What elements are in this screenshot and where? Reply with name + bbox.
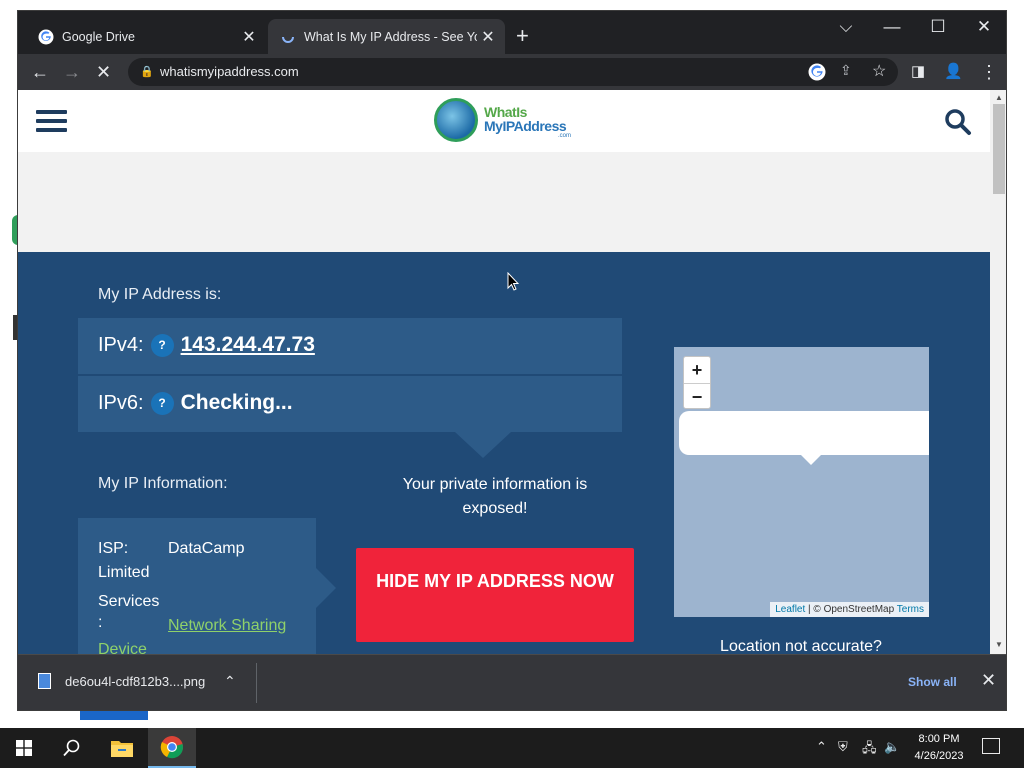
services-label: Services xyxy=(98,593,160,610)
minimize-icon[interactable]: — xyxy=(870,17,914,37)
isp-label: ISP: xyxy=(98,540,129,557)
scroll-up-icon[interactable]: ▲ xyxy=(995,93,1003,102)
browser-window: Google Drive ✕ What Is My IP Address - S… xyxy=(17,10,1007,711)
search-icon[interactable] xyxy=(48,728,96,768)
network-icon[interactable]: 🖧 xyxy=(862,739,877,761)
map-attribution: Leaflet | © OpenStreetMap Terms xyxy=(770,602,929,617)
site-header: WhatIs MyIPAddress .com xyxy=(18,90,990,152)
zoom-out-button[interactable]: − xyxy=(684,383,710,409)
isp-value: DataCamp xyxy=(168,540,245,557)
stop-loading-icon[interactable]: ✕ xyxy=(96,61,111,83)
google-icon xyxy=(38,29,54,44)
volume-icon[interactable]: 🔈 xyxy=(884,739,900,755)
mouse-cursor-icon xyxy=(507,271,520,292)
logo-text: .com xyxy=(558,133,572,139)
ipv4-label: IPv4: xyxy=(98,333,144,356)
search-icon[interactable] xyxy=(944,108,972,136)
download-bar: de6ou4l-cdf812b3....png ⌃ Show all ✕ xyxy=(18,654,1006,710)
browser-toolbar: ← → ✕ 🔒 whatismyipaddress.com ⇪ ☆ ◨ 👤 ⋮ xyxy=(18,54,1006,90)
download-filename[interactable]: de6ou4l-cdf812b3....png xyxy=(65,674,205,689)
scrollbar-thumb[interactable] xyxy=(993,104,1005,194)
panel-arrow xyxy=(316,568,336,608)
download-item[interactable]: de6ou4l-cdf812b3....png xyxy=(38,673,205,689)
callout-notch xyxy=(455,432,511,458)
tab-google-drive[interactable]: Google Drive ✕ xyxy=(26,19,266,54)
page-viewport: WhatIs MyIPAddress .com My IP Address is… xyxy=(18,90,1006,654)
image-file-icon xyxy=(38,673,51,689)
help-icon[interactable]: ? xyxy=(150,391,174,415)
window-close-icon[interactable]: ✕ xyxy=(962,17,1006,37)
my-ip-heading: My IP Address is: xyxy=(98,286,222,303)
show-all-button[interactable]: Show all xyxy=(908,675,957,689)
ad-placeholder xyxy=(18,152,990,252)
zoom-in-button[interactable]: + xyxy=(684,357,710,383)
ipv4-value[interactable]: 143.244.47.73 xyxy=(181,333,315,357)
file-explorer-icon[interactable] xyxy=(98,728,146,768)
ipv4-row: IPv4: ? 143.244.47.73 xyxy=(78,318,622,374)
ipv6-row: IPv6: ? Checking... xyxy=(78,376,622,432)
close-tab-icon[interactable]: ✕ xyxy=(477,27,499,47)
loading-spinner-icon xyxy=(282,36,294,43)
maximize-icon[interactable]: ☐ xyxy=(916,17,960,37)
clock-time: 8:00 PM xyxy=(918,733,960,745)
clock-date: 4/26/2023 xyxy=(914,750,964,762)
tab-search-chevron-icon[interactable]: ⌵ xyxy=(824,17,868,37)
chevron-up-icon[interactable]: ⌃ xyxy=(224,673,236,690)
share-icon[interactable]: ⇪ xyxy=(840,62,852,79)
windows-taskbar: ⌃ ⛨ 🖧 🔈 8:00 PM 4/26/2023 xyxy=(0,728,1024,768)
scroll-down-icon[interactable]: ▼ xyxy=(995,640,1003,649)
map-popup-tip xyxy=(801,455,821,465)
exposed-warning: Your private information is exposed! xyxy=(402,476,588,517)
isp-info-panel: ISP: DataCamp Limited Services : Network… xyxy=(78,518,316,654)
location-map[interactable]: + − Leaflet | © OpenStreetMap Terms xyxy=(674,347,929,617)
location-not-accurate-link[interactable]: Location not accurate? xyxy=(678,638,924,654)
security-icon[interactable]: ⛨ xyxy=(838,739,848,755)
address-bar[interactable]: 🔒 whatismyipaddress.com ⇪ ☆ xyxy=(128,58,898,86)
google-lens-icon[interactable] xyxy=(808,63,826,81)
help-icon[interactable]: ? xyxy=(150,333,174,357)
services-link[interactable]: Network Sharing xyxy=(168,617,286,635)
profile-icon[interactable]: 👤 xyxy=(944,61,963,83)
menu-kebab-icon[interactable]: ⋮ xyxy=(980,61,998,83)
close-download-bar-icon[interactable]: ✕ xyxy=(981,670,996,691)
chrome-taskbar-icon[interactable] xyxy=(148,728,196,768)
tab-title: What Is My IP Address - See Your xyxy=(304,29,477,44)
terms-link[interactable]: Terms xyxy=(897,604,924,615)
hamburger-menu-icon[interactable] xyxy=(36,110,67,132)
leaflet-link[interactable]: Leaflet xyxy=(775,604,805,615)
map-zoom-control: + − xyxy=(683,356,711,409)
side-panel-icon[interactable]: ◨ xyxy=(911,61,925,83)
services-link-cont[interactable]: Device xyxy=(98,641,147,654)
site-logo[interactable]: WhatIs MyIPAddress .com xyxy=(434,96,579,146)
new-tab-icon[interactable]: + xyxy=(516,25,529,47)
lock-icon[interactable]: 🔒 xyxy=(140,65,154,78)
back-icon[interactable]: ← xyxy=(31,61,49,83)
tab-whatismyip[interactable]: What Is My IP Address - See Your ✕ xyxy=(268,19,505,54)
notification-icon[interactable] xyxy=(982,738,1000,754)
my-ip-info-heading: My IP Information: xyxy=(98,475,228,492)
map-popup xyxy=(679,411,929,455)
logo-text: MyIPAddress xyxy=(484,118,567,134)
tab-strip: Google Drive ✕ What Is My IP Address - S… xyxy=(18,11,1006,54)
ip-hero-section: My IP Address is: IPv4: ? 143.244.47.73 … xyxy=(18,252,990,654)
url-text[interactable]: whatismyipaddress.com xyxy=(160,64,299,79)
ipv6-label: IPv6: xyxy=(98,391,144,414)
close-tab-icon[interactable]: ✕ xyxy=(238,27,260,47)
tab-title: Google Drive xyxy=(62,29,135,44)
forward-icon[interactable]: → xyxy=(63,61,81,83)
page-scrollbar[interactable]: ▲ ▼ xyxy=(990,90,1006,654)
osm-attribution: | © OpenStreetMap xyxy=(805,604,897,615)
windows-start-icon[interactable] xyxy=(0,728,48,768)
system-clock[interactable]: 8:00 PM 4/26/2023 xyxy=(903,731,975,765)
divider xyxy=(256,663,257,703)
bookmark-star-icon[interactable]: ☆ xyxy=(872,61,886,81)
services-colon: : xyxy=(98,614,103,631)
globe-icon xyxy=(434,98,478,142)
hide-ip-button[interactable]: HIDE MY IP ADDRESS NOW xyxy=(356,548,634,642)
isp-value-cont: Limited xyxy=(98,564,150,581)
ipv6-value: Checking... xyxy=(180,391,293,414)
chevron-up-icon[interactable]: ⌃ xyxy=(816,739,827,755)
